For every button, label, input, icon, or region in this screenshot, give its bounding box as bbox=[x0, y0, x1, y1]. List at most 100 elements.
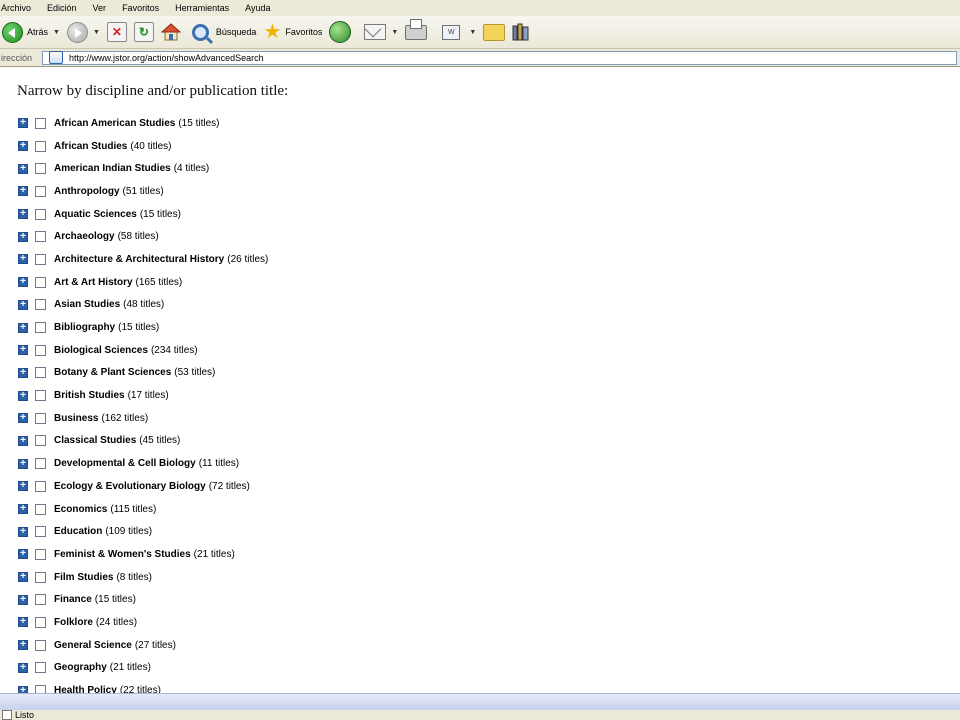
expand-icon[interactable]: + bbox=[18, 163, 28, 174]
discipline-checkbox[interactable] bbox=[35, 276, 46, 288]
discipline-checkbox[interactable] bbox=[35, 616, 46, 628]
expand-icon[interactable]: + bbox=[18, 594, 28, 605]
mail-dropdown-icon[interactable]: ▼ bbox=[391, 29, 398, 36]
edit-button[interactable]: W ▼ bbox=[442, 24, 476, 40]
discipline-count: (48 titles) bbox=[123, 299, 165, 311]
discipline-name: Bibliography bbox=[54, 322, 116, 334]
mail-icon bbox=[364, 24, 387, 40]
menu-ver[interactable]: Ver bbox=[93, 3, 107, 13]
expand-icon[interactable]: + bbox=[18, 367, 28, 378]
expand-icon[interactable]: + bbox=[18, 299, 28, 310]
favorites-button[interactable]: ★ Favoritos bbox=[263, 21, 322, 43]
mail-button[interactable]: ▼ bbox=[364, 24, 398, 40]
print-button[interactable] bbox=[405, 18, 428, 40]
discipline-row: + Asian Studies (48 titles) bbox=[18, 294, 268, 317]
history-button[interactable] bbox=[329, 21, 352, 43]
expand-icon[interactable]: + bbox=[18, 345, 28, 356]
discipline-count: (4 titles) bbox=[173, 163, 210, 175]
discipline-checkbox[interactable] bbox=[35, 458, 46, 470]
menu-favoritos[interactable]: Favoritos bbox=[122, 3, 159, 13]
discipline-checkbox[interactable] bbox=[35, 208, 46, 220]
discipline-count: (234 titles) bbox=[150, 344, 198, 356]
discipline-row: + American Indian Studies (4 titles) bbox=[18, 157, 268, 180]
expand-icon[interactable]: + bbox=[18, 458, 28, 469]
expand-icon[interactable]: + bbox=[18, 390, 28, 401]
discipline-list: + African American Studies (15 titles) + Afr… bbox=[18, 112, 268, 702]
expand-icon[interactable]: + bbox=[18, 572, 28, 583]
search-button[interactable]: Búsqueda bbox=[191, 23, 256, 41]
stop-button[interactable]: ✕ bbox=[106, 22, 127, 42]
expand-icon[interactable]: + bbox=[18, 413, 28, 424]
discipline-name: Economics bbox=[54, 503, 108, 515]
discipline-checkbox[interactable] bbox=[35, 480, 46, 492]
discipline-name: Asian Studies bbox=[54, 299, 121, 311]
expand-icon[interactable]: + bbox=[18, 640, 28, 651]
discipline-checkbox[interactable] bbox=[35, 253, 46, 265]
edit-dropdown-icon[interactable]: ▼ bbox=[469, 29, 476, 36]
menu-edicion[interactable]: Edición bbox=[47, 3, 77, 13]
discipline-checkbox[interactable] bbox=[35, 639, 46, 651]
horizontal-scrollbar[interactable] bbox=[0, 693, 960, 710]
refresh-button[interactable]: ↻ bbox=[133, 22, 154, 42]
discipline-checkbox[interactable] bbox=[35, 503, 46, 515]
library-icon bbox=[512, 23, 529, 41]
back-dropdown-icon[interactable]: ▼ bbox=[53, 29, 60, 36]
menu-archivo[interactable]: Archivo bbox=[1, 3, 31, 13]
expand-icon[interactable]: + bbox=[18, 141, 28, 152]
expand-icon[interactable]: + bbox=[18, 186, 28, 197]
expand-icon[interactable]: + bbox=[18, 209, 28, 220]
back-button[interactable]: Atrás ▼ bbox=[2, 21, 60, 43]
menu-herramientas[interactable]: Herramientas bbox=[175, 3, 229, 13]
discipline-checkbox[interactable] bbox=[35, 185, 46, 197]
discipline-checkbox[interactable] bbox=[35, 140, 46, 152]
discipline-count: (27 titles) bbox=[134, 639, 176, 651]
expand-icon[interactable]: + bbox=[18, 526, 28, 537]
expand-icon[interactable]: + bbox=[18, 481, 28, 492]
expand-icon[interactable]: + bbox=[18, 254, 28, 265]
discipline-checkbox[interactable] bbox=[35, 231, 46, 243]
expand-icon[interactable]: + bbox=[18, 435, 28, 446]
star-icon: ★ bbox=[263, 21, 282, 43]
discipline-checkbox[interactable] bbox=[35, 662, 46, 674]
discipline-checkbox[interactable] bbox=[35, 526, 46, 538]
discipline-checkbox[interactable] bbox=[35, 390, 46, 402]
page-heading: Narrow by discipline and/or publication … bbox=[17, 83, 289, 99]
history-icon bbox=[329, 21, 352, 43]
menu-ayuda[interactable]: Ayuda bbox=[245, 3, 270, 13]
discipline-checkbox[interactable] bbox=[35, 163, 46, 175]
home-button[interactable] bbox=[160, 23, 181, 41]
discipline-name: Education bbox=[54, 526, 103, 538]
discipline-row: + Ecology & Evolutionary Biology (72 title… bbox=[18, 475, 268, 498]
discipline-count: (21 titles) bbox=[109, 662, 151, 674]
expand-icon[interactable]: + bbox=[18, 231, 28, 242]
expand-icon[interactable]: + bbox=[18, 322, 28, 333]
discipline-row: + Finance (15 titles) bbox=[18, 588, 268, 611]
printer-icon bbox=[405, 18, 428, 40]
expand-icon[interactable]: + bbox=[18, 662, 28, 673]
discipline-count: (40 titles) bbox=[130, 140, 172, 152]
discipline-checkbox[interactable] bbox=[35, 117, 46, 129]
expand-icon[interactable]: + bbox=[18, 118, 28, 129]
discipline-checkbox[interactable] bbox=[35, 435, 46, 447]
discipline-checkbox[interactable] bbox=[35, 594, 46, 606]
expand-icon[interactable]: + bbox=[18, 277, 28, 288]
discipline-row: + Geography (21 titles) bbox=[18, 657, 268, 680]
discipline-checkbox[interactable] bbox=[35, 367, 46, 379]
discipline-row: + Film Studies (8 titles) bbox=[18, 566, 268, 589]
forward-button[interactable]: ▼ bbox=[66, 21, 100, 43]
search-icon bbox=[191, 23, 209, 41]
discipline-checkbox[interactable] bbox=[35, 344, 46, 356]
discipline-checkbox[interactable] bbox=[35, 299, 46, 311]
expand-icon[interactable]: + bbox=[18, 504, 28, 515]
discipline-checkbox[interactable] bbox=[35, 571, 46, 583]
forward-dropdown-icon[interactable]: ▼ bbox=[93, 29, 100, 36]
address-input[interactable]: http://www.jstor.org/action/showAdvanced… bbox=[42, 50, 957, 65]
discipline-checkbox[interactable] bbox=[35, 548, 46, 560]
research-button[interactable] bbox=[512, 23, 530, 41]
expand-icon[interactable]: + bbox=[18, 549, 28, 560]
menu-bar: Archivo Edición Ver Favoritos Herramient… bbox=[0, 0, 960, 16]
discipline-checkbox[interactable] bbox=[35, 412, 46, 424]
expand-icon[interactable]: + bbox=[18, 617, 28, 628]
discipline-checkbox[interactable] bbox=[35, 322, 46, 334]
discuss-button[interactable] bbox=[483, 23, 506, 41]
